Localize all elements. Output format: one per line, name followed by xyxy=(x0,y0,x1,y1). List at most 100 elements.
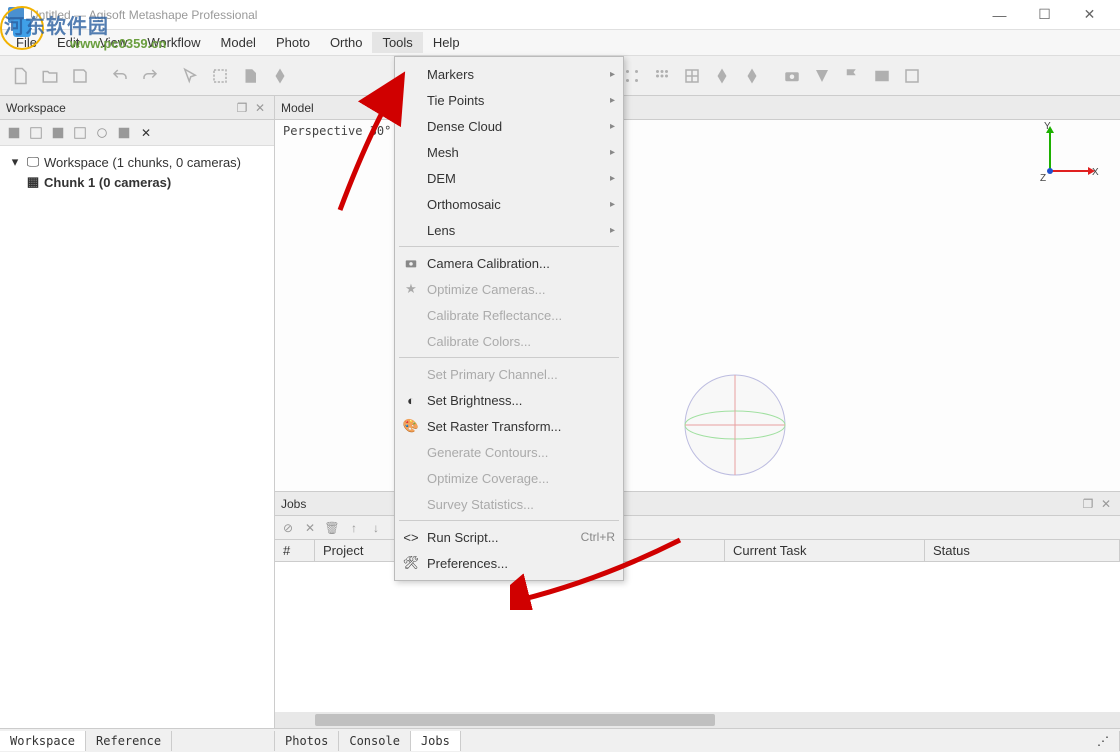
panel-float-button[interactable]: ❐ xyxy=(234,100,250,116)
menu-file[interactable]: File xyxy=(6,32,47,53)
new-button[interactable] xyxy=(6,62,34,90)
model-title: Model xyxy=(281,101,314,115)
region-button[interactable] xyxy=(898,62,926,90)
markers-button[interactable] xyxy=(808,62,836,90)
menu-calibrate-reflectance: Calibrate Reflectance... xyxy=(395,302,623,328)
palette-icon: 🎨 xyxy=(403,418,419,434)
brightness-icon: ◐ xyxy=(403,393,419,408)
view-textured-button[interactable] xyxy=(738,62,766,90)
jobs-stop-button[interactable]: ⊘ xyxy=(279,519,297,537)
menu-workflow[interactable]: Workflow xyxy=(137,32,210,53)
menu-markers[interactable]: Markers▸ xyxy=(395,61,623,87)
rect-select-tool[interactable] xyxy=(206,62,234,90)
axis-gizmo: X Y Z xyxy=(1040,121,1100,181)
menu-survey-statistics: Survey Statistics... xyxy=(395,491,623,517)
redo-button[interactable] xyxy=(136,62,164,90)
workspace-tree[interactable]: ▾ 🖵 Workspace (1 chunks, 0 cameras) ▦ Ch… xyxy=(0,146,274,728)
panel-close-button[interactable]: ✕ xyxy=(252,100,268,116)
navball[interactable] xyxy=(680,370,790,480)
ws-tool-2[interactable] xyxy=(26,123,46,143)
script-icon: <> xyxy=(403,530,419,545)
menu-tools[interactable]: Tools xyxy=(372,32,422,53)
rotate-tool[interactable] xyxy=(266,62,294,90)
ws-tool-6[interactable] xyxy=(114,123,134,143)
menu-dense-cloud[interactable]: Dense Cloud▸ xyxy=(395,113,623,139)
undo-button[interactable] xyxy=(106,62,134,90)
tree-root-label: Workspace (1 chunks, 0 cameras) xyxy=(44,155,241,170)
move-tool[interactable] xyxy=(236,62,264,90)
menu-mesh[interactable]: Mesh▸ xyxy=(395,139,623,165)
tree-chunk-label: Chunk 1 (0 cameras) xyxy=(44,175,171,190)
jobs-table-body xyxy=(275,562,1120,712)
col-num[interactable]: # xyxy=(275,540,315,561)
tools-dropdown: Markers▸ Tie Points▸ Dense Cloud▸ Mesh▸ … xyxy=(394,56,624,581)
jobs-title: Jobs xyxy=(281,497,306,511)
tab-reference[interactable]: Reference xyxy=(86,731,172,751)
view-mesh-button[interactable] xyxy=(678,62,706,90)
tab-jobs[interactable]: Jobs xyxy=(411,731,461,751)
chunk-icon: ▦ xyxy=(26,174,40,190)
workspace-toolbar: ✕ xyxy=(0,120,274,146)
open-button[interactable] xyxy=(36,62,64,90)
workspace-panel-header: Workspace ❐ ✕ xyxy=(0,96,274,120)
tab-console[interactable]: Console xyxy=(339,731,411,751)
tab-workspace[interactable]: Workspace xyxy=(0,731,86,751)
menu-run-script[interactable]: <>Run Script...Ctrl+R xyxy=(395,524,623,550)
image-button[interactable] xyxy=(868,62,896,90)
camera-button[interactable] xyxy=(778,62,806,90)
menu-optimize-coverage: Optimize Coverage... xyxy=(395,465,623,491)
view-solid-button[interactable] xyxy=(708,62,736,90)
ws-tool-5[interactable] xyxy=(92,123,112,143)
jobs-scrollbar[interactable] xyxy=(275,712,1120,728)
svg-text:X: X xyxy=(1092,167,1099,178)
view-dense-button[interactable] xyxy=(648,62,676,90)
tree-root[interactable]: ▾ 🖵 Workspace (1 chunks, 0 cameras) xyxy=(4,152,270,172)
pointer-tool[interactable] xyxy=(176,62,204,90)
workspace-title: Workspace xyxy=(6,101,66,115)
minimize-button[interactable]: — xyxy=(977,0,1022,30)
menu-set-raster-transform[interactable]: 🎨Set Raster Transform... xyxy=(395,413,623,439)
flag-button[interactable] xyxy=(838,62,866,90)
svg-text:Z: Z xyxy=(1040,173,1046,181)
menu-set-brightness[interactable]: ◐Set Brightness... xyxy=(395,387,623,413)
ws-tool-7[interactable]: ✕ xyxy=(136,123,156,143)
menu-preferences[interactable]: 🛠Preferences... xyxy=(395,550,623,576)
menu-orthomosaic[interactable]: Orthomosaic▸ xyxy=(395,191,623,217)
menu-generate-contours: Generate Contours... xyxy=(395,439,623,465)
maximize-button[interactable]: ☐ xyxy=(1022,0,1067,30)
jobs-delete-button[interactable]: 🗑 xyxy=(323,519,341,537)
jobs-float-button[interactable]: ❐ xyxy=(1080,496,1096,512)
menu-lens[interactable]: Lens▸ xyxy=(395,217,623,243)
menu-calibrate-colors: Calibrate Colors... xyxy=(395,328,623,354)
ws-tool-4[interactable] xyxy=(70,123,90,143)
statusbar: Workspace Reference Photos Console Jobs … xyxy=(0,728,1120,752)
tab-photos[interactable]: Photos xyxy=(275,731,339,751)
viewport-label: Perspective 30° xyxy=(283,124,391,138)
menu-view[interactable]: View xyxy=(89,32,137,53)
jobs-cancel-button[interactable]: ✕ xyxy=(301,519,319,537)
ws-tool-1[interactable] xyxy=(4,123,24,143)
menu-tie-points[interactable]: Tie Points▸ xyxy=(395,87,623,113)
jobs-down-button[interactable]: ↓ xyxy=(367,519,385,537)
menu-edit[interactable]: Edit xyxy=(47,32,89,53)
menu-set-primary-channel: Set Primary Channel... xyxy=(395,361,623,387)
ws-tool-3[interactable] xyxy=(48,123,68,143)
chevron-down-icon: ▾ xyxy=(8,154,22,170)
col-status[interactable]: Status xyxy=(925,540,1120,561)
col-task[interactable]: Current Task xyxy=(725,540,925,561)
tree-chunk[interactable]: ▦ Chunk 1 (0 cameras) xyxy=(4,172,270,192)
svg-text:Y: Y xyxy=(1044,121,1051,132)
app-icon xyxy=(8,7,24,23)
jobs-close-button[interactable]: ✕ xyxy=(1098,496,1114,512)
menu-camera-calibration[interactable]: Camera Calibration... xyxy=(395,250,623,276)
save-button[interactable] xyxy=(66,62,94,90)
menu-model[interactable]: Model xyxy=(211,32,266,53)
camera-icon xyxy=(403,256,419,270)
menu-dem[interactable]: DEM▸ xyxy=(395,165,623,191)
menu-photo[interactable]: Photo xyxy=(266,32,320,53)
menu-help[interactable]: Help xyxy=(423,32,470,53)
close-button[interactable]: ✕ xyxy=(1067,0,1112,30)
menu-ortho[interactable]: Ortho xyxy=(320,32,373,53)
menubar: File Edit View Workflow Model Photo Orth… xyxy=(0,30,1120,56)
jobs-up-button[interactable]: ↑ xyxy=(345,519,363,537)
